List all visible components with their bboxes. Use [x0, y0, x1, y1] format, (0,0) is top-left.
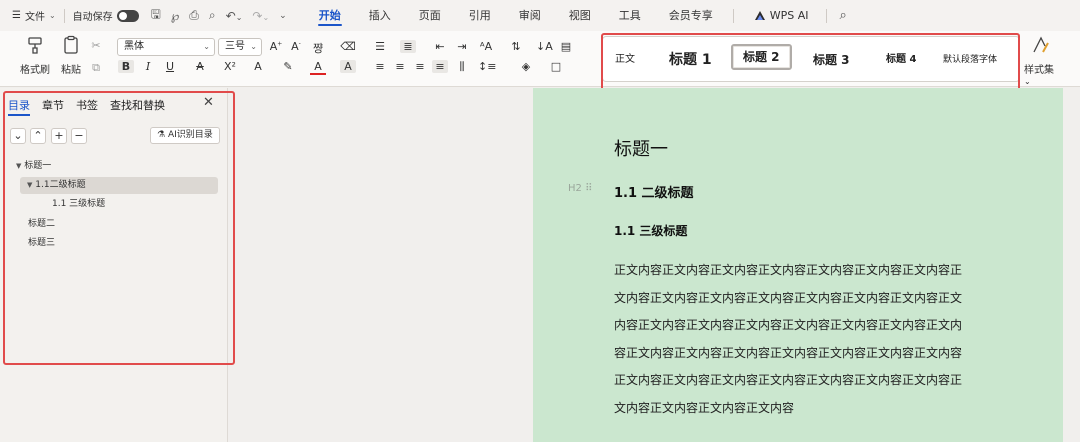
separator: [732, 8, 734, 23]
heading-3-text[interactable]: 1.1 三级标题: [614, 222, 687, 239]
autosave: 自动保存: [73, 8, 139, 23]
sort-az-icon[interactable]: ↓A: [536, 40, 553, 53]
align-left-icon[interactable]: ≡: [372, 60, 388, 73]
table-of-chars-icon[interactable]: ▤: [558, 40, 574, 53]
shading-icon[interactable]: ◈: [518, 60, 534, 73]
tab-view[interactable]: 视图: [555, 0, 605, 31]
tab-wps-ai[interactable]: WPS AI: [740, 0, 823, 31]
file-menu[interactable]: ☰ 文件 ⌄: [0, 8, 56, 23]
format-painter-icon: [28, 37, 42, 54]
format-painter-label: 格式刷: [20, 65, 50, 76]
tab-home[interactable]: 开始: [305, 0, 355, 31]
autosave-label: 自动保存: [72, 12, 113, 23]
body-line: 文内容正文内容正文内容正文内容: [614, 400, 795, 415]
change-case-icon[interactable]: ᴬA: [478, 40, 494, 53]
font-size-select[interactable]: 三号 ⌄: [218, 38, 262, 56]
align-right-icon[interactable]: ≡: [412, 60, 428, 73]
font-family-value: 黑体: [124, 41, 144, 52]
body-line: 正文内容正文内容正文内容正文内容正文内容正文内容正文内容正: [614, 263, 963, 277]
decrease-indent-icon[interactable]: ⇤: [432, 40, 448, 53]
clear-format-icon[interactable]: ⌫: [340, 40, 356, 53]
print-preview-icon[interactable]: ⌕: [209, 8, 216, 23]
chevron-down-icon: ⌄: [48, 11, 56, 20]
tab-tools[interactable]: 工具: [605, 0, 655, 31]
separator: [826, 8, 828, 23]
superscript-button[interactable]: X²: [222, 60, 238, 73]
increase-indent-icon[interactable]: ⇥: [454, 40, 470, 53]
ribbon-tabs: 开始 插入 页面 引用 审阅 视图 工具 会员专享 WPS AI ⌕: [305, 0, 855, 31]
cut-icon[interactable]: ✂: [88, 39, 104, 52]
separator: [63, 8, 65, 23]
phonetic-guide-icon[interactable]: 쨩: [310, 40, 326, 56]
underline-button[interactable]: U: [162, 60, 178, 73]
format-painter-button[interactable]: 格式刷: [18, 35, 52, 76]
print-icon[interactable]: ⎙: [189, 8, 199, 23]
justify-icon[interactable]: ≡: [432, 60, 448, 73]
heading-2-text[interactable]: 1.1 二级标题: [614, 182, 694, 201]
navigation-pane-highlight-box: [3, 91, 235, 365]
font-size-value: 三号: [225, 41, 245, 52]
body-line: 内容正文内容正文内容正文内容正文内容正文内容正文内容正文内: [614, 318, 963, 332]
menu-bar: ☰ 文件 ⌄ 自动保存 🖫 ℘ ⎙ ⌕ ↶⌄ ↷⌄ ⌄ 开始 插入 页面 引用 …: [0, 0, 1080, 31]
undo-icon[interactable]: ↶⌄: [226, 9, 243, 23]
autosave-toggle[interactable]: [116, 9, 139, 22]
search-icon[interactable]: ⌕: [831, 0, 854, 31]
body-paragraph[interactable]: 正文内容正文内容正文内容正文内容正文内容正文内容正文内容正 文内容正文内容正文内…: [614, 257, 988, 422]
tab-references[interactable]: 引用: [455, 0, 505, 31]
redo-icon[interactable]: ↷⌄: [252, 9, 269, 23]
italic-button[interactable]: I: [140, 60, 156, 73]
tab-insert[interactable]: 插入: [355, 0, 405, 31]
style-set-label: 样式集⌄: [1024, 65, 1054, 86]
border-icon[interactable]: □: [548, 60, 564, 73]
bold-button[interactable]: B: [118, 60, 134, 73]
paste-button[interactable]: 粘贴: [54, 35, 88, 76]
body-line: 容正文内容正文内容正文内容正文内容正文内容正文内容正文内容: [614, 345, 963, 360]
font-color-icon[interactable]: A: [310, 60, 326, 75]
clipboard-icon: [64, 35, 78, 54]
distributed-icon[interactable]: ⫼: [454, 60, 470, 74]
strikethrough-button[interactable]: A: [192, 60, 208, 73]
save-icon[interactable]: 🖫: [151, 5, 161, 26]
heading-level-marker[interactable]: H2 ⠿: [568, 183, 592, 194]
grow-font-icon[interactable]: A+: [268, 40, 284, 53]
numbered-list-icon[interactable]: ≣: [400, 40, 416, 53]
paste-label: 粘贴: [61, 65, 81, 76]
tab-review[interactable]: 审阅: [505, 0, 555, 31]
chevron-down-icon: ⌄: [203, 42, 210, 51]
font-family-select[interactable]: 黑体 ⌄: [117, 38, 215, 56]
line-spacing-icon[interactable]: ↕≡: [478, 60, 496, 73]
heading-1-text[interactable]: 标题一: [614, 135, 668, 161]
highlight-icon[interactable]: ✎: [280, 60, 296, 73]
text-effect-icon[interactable]: A: [250, 60, 266, 73]
style-set-icon: [1033, 36, 1049, 53]
hamburger-icon: ☰: [12, 10, 21, 21]
body-line: 正文内容正文内容正文内容正文内容正文内容正文内容正文内容正: [614, 373, 963, 387]
drag-handle-icon[interactable]: ⠿: [585, 183, 592, 194]
align-center-icon[interactable]: ≡: [392, 60, 408, 73]
more-chevron-icon[interactable]: ⌄: [279, 11, 287, 21]
tab-member[interactable]: 会员专享: [655, 0, 727, 31]
quick-access-toolbar: 🖫 ℘ ⎙ ⌕ ↶⌄ ↷⌄ ⌄: [151, 5, 287, 26]
char-shading-icon[interactable]: A: [340, 60, 356, 73]
file-menu-label: 文件: [24, 12, 45, 23]
copy-icon[interactable]: ⧉: [88, 61, 104, 75]
tab-page[interactable]: 页面: [405, 0, 455, 31]
style-set-button[interactable]: 样式集⌄: [1024, 35, 1058, 87]
sort-icon[interactable]: ⇅: [508, 40, 524, 53]
chevron-down-icon: ⌄: [250, 42, 257, 51]
export-pdf-icon[interactable]: ℘: [171, 9, 179, 23]
shrink-font-icon[interactable]: A-: [288, 40, 304, 53]
wps-ai-logo-icon: [754, 11, 765, 20]
body-line: 文内容正文内容正文内容正文内容正文内容正文内容正文内容正文: [614, 290, 963, 305]
bullet-list-icon[interactable]: ☰: [372, 40, 388, 53]
wps-ai-label: WPS AI: [769, 9, 809, 22]
